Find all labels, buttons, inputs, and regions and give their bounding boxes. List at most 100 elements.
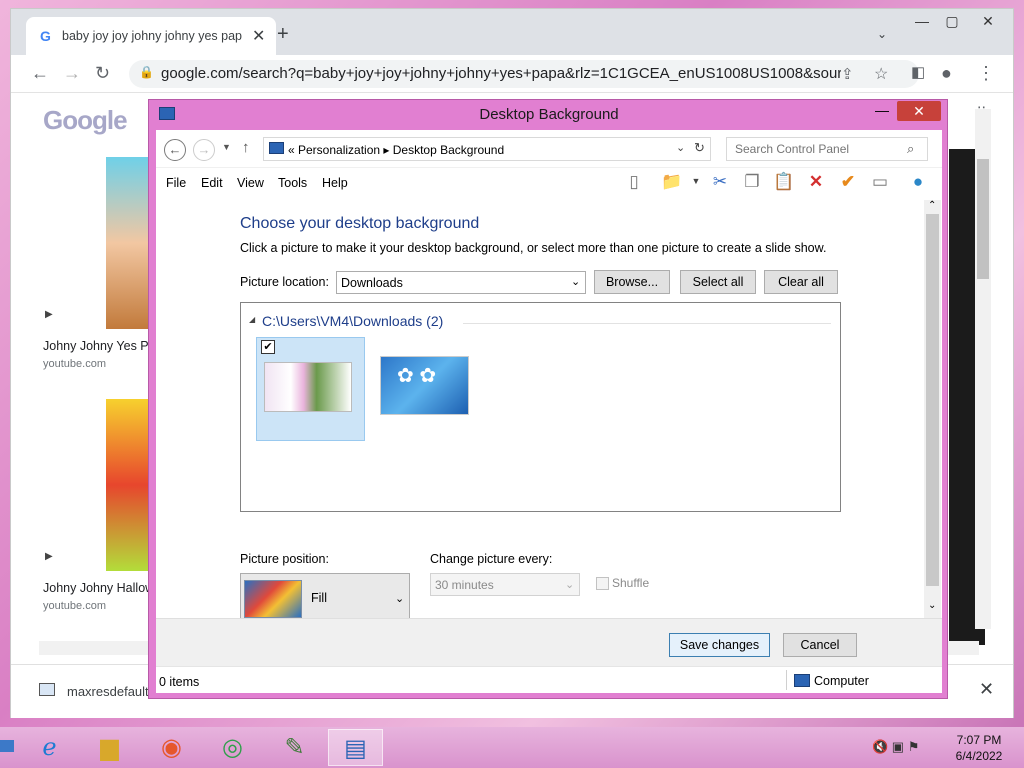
paste-clipboard-icon[interactable]: 📋 — [772, 172, 796, 194]
bookmark-star-icon[interactable]: ☆ — [874, 64, 888, 84]
search-box: ⌕ — [726, 137, 928, 161]
minimize-icon[interactable]: — — [907, 13, 937, 35]
side-panel-icon[interactable]: ◧ — [911, 63, 925, 81]
collapse-triangle-icon[interactable]: ◢ — [249, 315, 255, 324]
globe-icon[interactable]: ● — [906, 172, 930, 194]
scroll-down-icon[interactable]: ⌄ — [928, 600, 936, 611]
tab-strip: G baby joy joy johny johny yes pap ✕ + ⌄… — [11, 9, 1013, 55]
picture-gallery: ◢ C:\Users\VM4\Downloads (2) ✔ ✿ ✿ — [240, 302, 841, 512]
status-bar: 0 items Computer — [156, 666, 942, 693]
refresh-icon[interactable]: ↻ — [694, 140, 705, 156]
play-icon: ▶ — [45, 551, 53, 562]
clock-time[interactable]: 7:07 PM — [955, 733, 1003, 747]
download-item[interactable]: maxresdefault — [67, 684, 149, 699]
notepad-plus-icon[interactable]: ✎ — [267, 729, 322, 766]
up-arrow-icon[interactable]: ↑ — [242, 139, 250, 156]
scrollbar-thumb[interactable] — [977, 159, 989, 279]
reload-icon[interactable]: ↻ — [95, 63, 110, 84]
tab-search-chevron-icon[interactable]: ⌄ — [877, 27, 887, 41]
minimize-icon[interactable]: — — [869, 102, 895, 122]
menu-view[interactable]: View — [237, 176, 264, 190]
change-picture-interval-dropdown[interactable]: 30 minutes ⌄ — [430, 573, 580, 596]
cancel-button[interactable]: Cancel — [783, 633, 857, 657]
clear-all-button[interactable]: Clear all — [764, 270, 838, 294]
internet-explorer-icon[interactable]: ℯ — [22, 729, 77, 766]
folder-group-title[interactable]: C:\Users\VM4\Downloads (2) — [262, 313, 443, 329]
file-explorer-icon[interactable]: ▆ — [82, 729, 137, 766]
chevron-down-icon[interactable]: ⌄ — [676, 141, 685, 154]
picture-tile-selected[interactable]: ✔ — [256, 337, 365, 441]
start-button-edge[interactable] — [0, 740, 14, 752]
status-divider — [786, 670, 787, 690]
back-arrow-icon[interactable]: ← — [164, 139, 186, 161]
picture-location-dropdown[interactable]: Downloads ⌄ — [336, 271, 586, 294]
forward-arrow-icon[interactable]: → — [63, 63, 81, 84]
page-scrollbar[interactable] — [975, 109, 991, 629]
profile-avatar-icon[interactable]: ● — [941, 63, 952, 84]
download-bar-close-icon[interactable]: ✕ — [979, 679, 994, 700]
position-preview-thumbnail — [244, 580, 302, 618]
rename-icon[interactable]: ▭ — [868, 172, 892, 194]
result-source: youtube.com — [43, 358, 106, 370]
shuffle-checkbox[interactable] — [596, 577, 609, 590]
address-bar[interactable]: 🔒 google.com/search?q=baby+joy+joy+johny… — [129, 60, 919, 88]
copy-icon[interactable]: ❐ — [740, 172, 764, 194]
picture-position-dropdown[interactable]: Fill ⌄ — [240, 573, 410, 623]
change-picture-value: 30 minutes — [435, 578, 494, 592]
window-body: ← → ▼ ↑ « Personalization ▸ Desktop Back… — [156, 130, 942, 693]
checkmark-icon[interactable]: ✔ — [836, 172, 860, 194]
breadcrumb-path[interactable]: « Personalization ▸ Desktop Background — [288, 143, 504, 157]
search-input[interactable] — [727, 138, 905, 160]
properties-folder-icon[interactable]: 📁 — [660, 172, 684, 194]
status-location: Computer — [814, 674, 869, 688]
save-changes-button[interactable]: Save changes — [669, 633, 770, 657]
delete-x-icon[interactable]: ✕ — [804, 172, 828, 194]
menu-file[interactable]: File — [166, 176, 186, 190]
chrome-icon[interactable]: ◎ — [205, 729, 260, 766]
browser-tab[interactable]: G baby joy joy johny johny yes pap ✕ — [26, 17, 276, 55]
computer-icon — [269, 142, 284, 154]
tab-close-icon[interactable]: ✕ — [252, 26, 265, 46]
search-icon[interactable]: ⌕ — [907, 141, 914, 157]
control-panel-taskbar-icon[interactable]: ▤ — [328, 729, 383, 766]
preview-pane-icon[interactable]: ▯ — [622, 172, 646, 194]
firefox-icon[interactable]: ◉ — [144, 729, 199, 766]
explorer-address-row: ← → ▼ ↑ « Personalization ▸ Desktop Back… — [156, 130, 942, 168]
new-tab-button[interactable]: + — [277, 23, 289, 46]
back-arrow-icon[interactable]: ← — [31, 63, 49, 84]
picture-location-label: Picture location: — [240, 275, 329, 289]
more-menu-icon[interactable]: ⋮ — [977, 63, 995, 84]
status-item-count: 0 items — [159, 675, 200, 689]
menu-edit[interactable]: Edit — [201, 176, 223, 190]
result-title[interactable]: Johny Johny Yes Pa — [43, 339, 151, 353]
menu-help[interactable]: Help — [322, 176, 348, 190]
browse-button[interactable]: Browse... — [594, 270, 670, 294]
result-title[interactable]: Johny Johny Hallow — [43, 581, 151, 595]
menu-bar: File Edit View Tools Help ▯ 📁 ▼ ✂ ❐ 📋 ✕ … — [156, 168, 942, 198]
browser-toolbar: ← → ↻ 🔒 google.com/search?q=baby+joy+joy… — [11, 55, 1013, 93]
forward-arrow-icon[interactable]: → — [193, 139, 215, 161]
system-tray[interactable]: 🔇 ▣ ⚑ — [872, 739, 919, 755]
google-favicon-icon: G — [40, 28, 51, 44]
google-doodle-logo[interactable]: Google — [43, 105, 128, 136]
picture-checkbox[interactable]: ✔ — [261, 340, 275, 354]
daisy-image-icon: ✿ ✿ — [397, 365, 437, 387]
close-icon[interactable]: ✕ — [973, 13, 1003, 35]
clock-date[interactable]: 6/4/2022 — [955, 749, 1003, 763]
content-scrollbar[interactable]: ⌃ ⌄ — [924, 200, 941, 618]
change-picture-label: Change picture every: — [430, 552, 553, 566]
breadcrumb[interactable]: « Personalization ▸ Desktop Background ⌄… — [263, 137, 711, 161]
recent-locations-chevron-icon[interactable]: ▼ — [222, 142, 231, 152]
share-icon[interactable]: ⇪ — [841, 65, 854, 83]
cut-scissors-icon[interactable]: ✂ — [708, 172, 732, 194]
scrollbar-thumb[interactable] — [926, 214, 939, 586]
picture-tile[interactable]: ✿ ✿ — [380, 356, 469, 415]
scroll-up-icon[interactable]: ⌃ — [928, 200, 936, 211]
chevron-down-icon[interactable]: ▼ — [684, 176, 708, 198]
menu-tools[interactable]: Tools — [278, 176, 307, 190]
computer-icon — [794, 674, 810, 687]
picture-location-value: Downloads — [341, 276, 403, 290]
close-icon[interactable]: ✕ — [897, 101, 941, 121]
select-all-button[interactable]: Select all — [680, 270, 756, 294]
maximize-icon[interactable]: ▢ — [937, 13, 967, 35]
